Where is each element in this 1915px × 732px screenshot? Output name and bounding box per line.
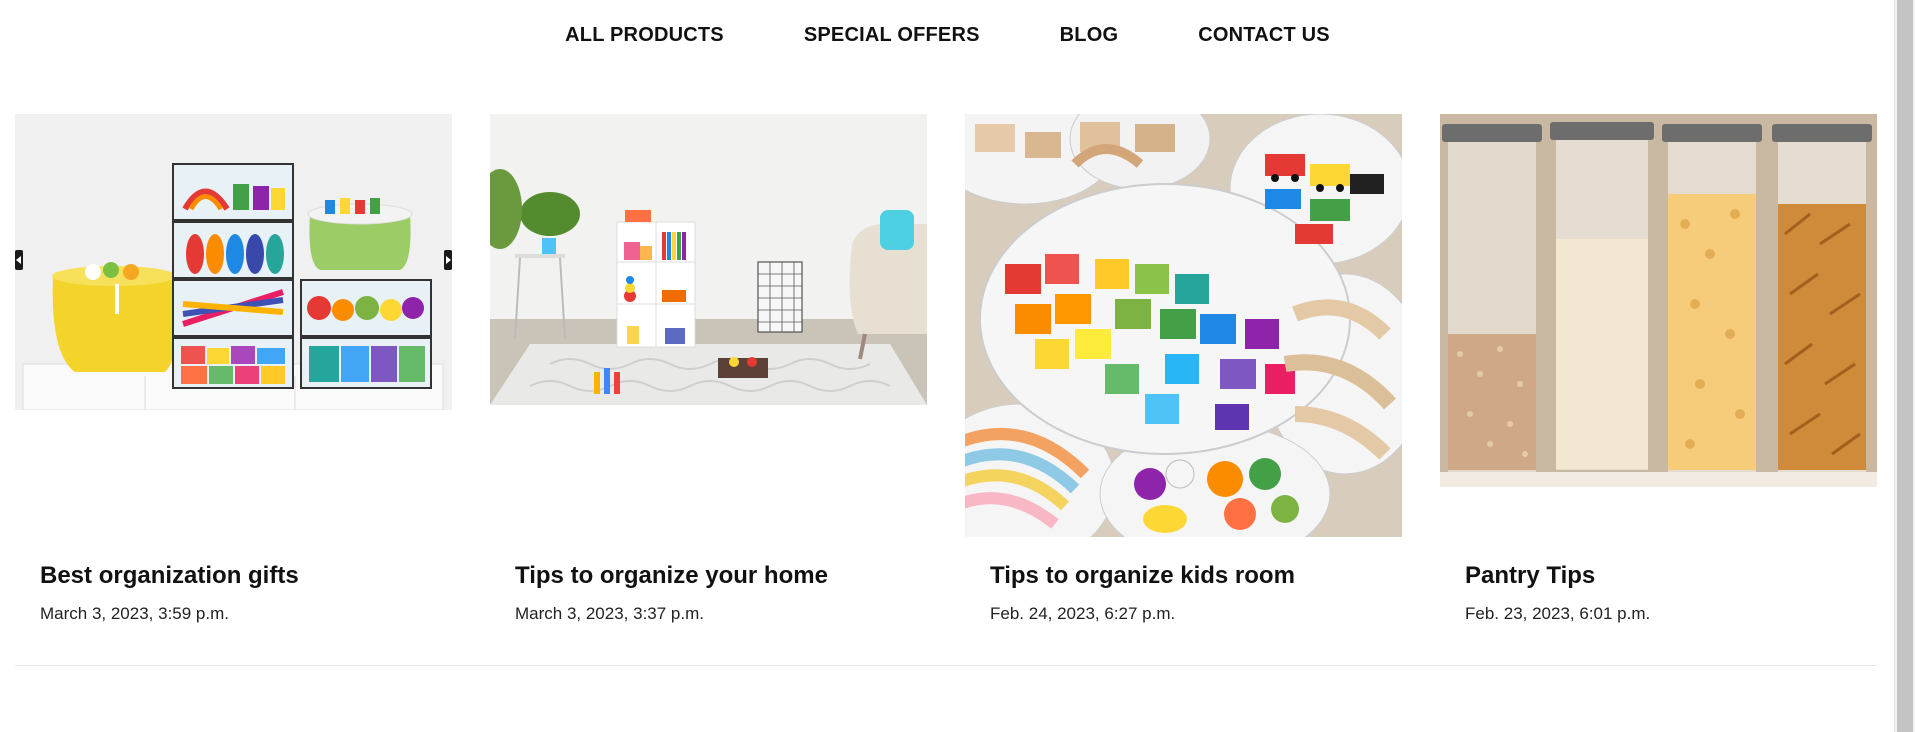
post-title[interactable]: Tips to organize kids room: [990, 562, 1295, 590]
chevron-left-icon[interactable]: [15, 250, 23, 270]
post-image-kids-room[interactable]: [965, 114, 1402, 537]
post-title[interactable]: Best organization gifts: [40, 562, 299, 590]
main-nav: ALL PRODUCTS SPECIAL OFFERS BLOG CONTACT…: [0, 24, 1895, 47]
post-title[interactable]: Tips to organize your home: [515, 562, 828, 590]
post-title[interactable]: Pantry Tips: [1465, 562, 1650, 590]
post-image-pantry[interactable]: [1440, 114, 1877, 487]
post-image-organization-gifts[interactable]: [15, 114, 452, 410]
post-date: March 3, 2023, 3:37 p.m.: [515, 604, 704, 623]
post-date: March 3, 2023, 3:59 p.m.: [40, 604, 229, 623]
blog-card[interactable]: Tips to organize kids room Feb. 24, 2023…: [965, 114, 1402, 623]
blog-card[interactable]: Best organization gifts March 3, 2023, 3…: [15, 114, 452, 623]
nav-special-offers[interactable]: SPECIAL OFFERS: [804, 24, 980, 47]
post-meta: Tips to organize kids room Feb. 24, 2023…: [990, 562, 1295, 624]
scrollbar-thumb[interactable]: [1897, 0, 1913, 732]
section-divider: [15, 665, 1876, 666]
nav-contact-us[interactable]: CONTACT US: [1198, 24, 1330, 47]
post-image-organize-home[interactable]: [490, 114, 927, 405]
chevron-right-icon[interactable]: [444, 250, 452, 270]
blog-card[interactable]: Tips to organize your home March 3, 2023…: [490, 114, 927, 623]
post-date: Feb. 24, 2023, 6:27 p.m.: [990, 604, 1176, 623]
nav-all-products[interactable]: ALL PRODUCTS: [565, 24, 724, 47]
blog-card[interactable]: Pantry Tips Feb. 23, 2023, 6:01 p.m.: [1440, 114, 1877, 623]
nav-blog[interactable]: BLOG: [1060, 24, 1119, 47]
post-meta: Pantry Tips Feb. 23, 2023, 6:01 p.m.: [1465, 562, 1650, 624]
page-scrollbar[interactable]: [1894, 0, 1915, 732]
post-date: Feb. 23, 2023, 6:01 p.m.: [1465, 604, 1651, 623]
post-meta: Tips to organize your home March 3, 2023…: [515, 562, 828, 624]
post-meta: Best organization gifts March 3, 2023, 3…: [40, 562, 299, 624]
